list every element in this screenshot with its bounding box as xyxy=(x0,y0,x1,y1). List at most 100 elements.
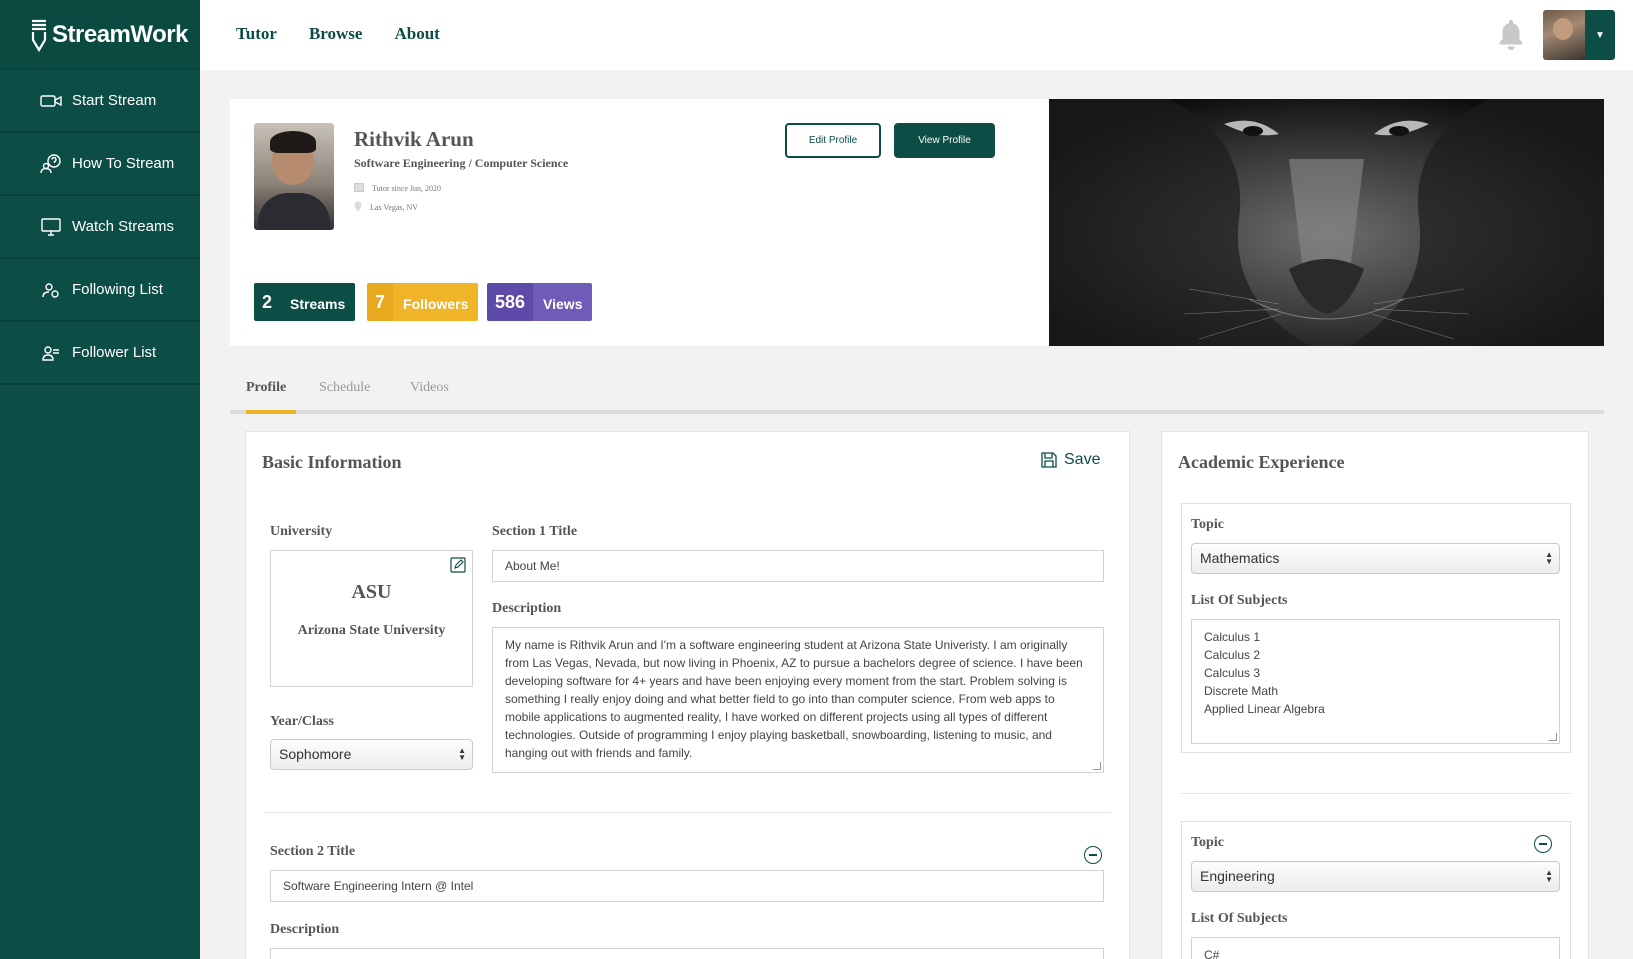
section1-title-input[interactable]: About Me! xyxy=(492,550,1104,582)
profile-location: Las Vegas, NV xyxy=(354,201,418,214)
profile-banner-image xyxy=(1049,99,1604,346)
sidebar-item-start-stream[interactable]: Start Stream xyxy=(0,70,200,133)
sidebar-item-following-list[interactable]: Following List xyxy=(0,259,200,322)
academic-entry: Topic Engineering ▲ ▼ List Of Subjects C# xyxy=(1181,821,1571,959)
location-pin-icon xyxy=(354,201,362,214)
description2-textarea[interactable] xyxy=(270,948,1104,959)
section-divider xyxy=(1181,793,1571,794)
app-logo[interactable]: StreamWork xyxy=(0,0,200,70)
section-divider xyxy=(264,812,1111,813)
university-name: Arizona State University xyxy=(297,623,446,638)
sidebar-item-follower-list[interactable]: Follower List xyxy=(0,322,200,385)
subjects-textarea[interactable]: C# xyxy=(1191,937,1560,959)
tab-profile[interactable]: Profile xyxy=(246,380,286,396)
stat-label: Views xyxy=(533,283,593,321)
stat-count: 2 xyxy=(254,283,281,321)
nav-link-about[interactable]: About xyxy=(394,24,439,44)
remove-topic-icon[interactable] xyxy=(1534,835,1552,853)
help-chat-icon xyxy=(38,153,64,174)
top-navigation-bar: Tutor Browse About ▼ xyxy=(200,0,1633,70)
description-text: My name is Rithvik Arun and I'm a softwa… xyxy=(505,638,1083,760)
stat-followers: 7 Followers xyxy=(367,283,479,321)
subject-item: Applied Linear Algebra xyxy=(1204,702,1325,716)
profile-name: Rithvik Arun xyxy=(354,127,474,151)
stat-count: 586 xyxy=(487,283,534,321)
subject-item: Calculus 1 xyxy=(1204,630,1261,644)
video-camera-icon xyxy=(38,94,64,108)
edit-icon[interactable] xyxy=(450,557,466,578)
view-profile-button[interactable]: View Profile xyxy=(894,123,995,158)
topic-select[interactable]: Mathematics ▲ ▼ xyxy=(1191,543,1560,574)
description2-label: Description xyxy=(270,922,340,937)
avatar xyxy=(1543,10,1585,60)
sidebar-item-label: Watch Streams xyxy=(72,218,174,235)
description-label: Description xyxy=(492,601,562,616)
tab-videos[interactable]: Videos xyxy=(410,380,449,396)
panel-title: Academic Experience xyxy=(1178,452,1345,472)
sidebar-item-how-to-stream[interactable]: How To Stream xyxy=(0,133,200,196)
streamwork-logo-icon xyxy=(31,19,47,52)
select-value: Mathematics xyxy=(1200,550,1280,566)
subjects-label: List Of Subjects xyxy=(1191,911,1288,926)
sidebar: StreamWork Start Stream How To Stream Wa… xyxy=(0,0,200,959)
section2-title-label: Section 2 Title xyxy=(270,844,356,859)
topic-select[interactable]: Engineering ▲ ▼ xyxy=(1191,861,1560,892)
subjects-label: List Of Subjects xyxy=(1191,593,1288,608)
save-icon xyxy=(1041,452,1057,468)
profile-tabs: Profile Schedule Videos xyxy=(230,378,1604,414)
save-label: Save xyxy=(1064,451,1101,468)
year-class-select[interactable]: Sophomore ▲ ▼ xyxy=(270,739,473,770)
sidebar-item-watch-streams[interactable]: Watch Streams xyxy=(0,196,200,259)
subject-item: Calculus 2 xyxy=(1204,648,1261,662)
description-textarea[interactable]: My name is Rithvik Arun and I'm a softwa… xyxy=(492,627,1104,773)
edit-profile-button[interactable]: Edit Profile xyxy=(785,123,881,158)
nav-link-browse[interactable]: Browse xyxy=(309,24,363,44)
tutor-since-text: Tutor since Jun, 2020 xyxy=(372,183,442,193)
remove-section-icon[interactable] xyxy=(1084,846,1102,864)
section2-title-input[interactable]: Software Engineering Intern @ Intel xyxy=(270,870,1104,902)
subject-item: C# xyxy=(1204,948,1220,959)
stat-label: Streams xyxy=(280,283,356,321)
sidebar-item-label: How To Stream xyxy=(72,155,175,172)
location-text: Las Vegas, NV xyxy=(370,203,419,212)
user-menu[interactable]: ▼ xyxy=(1543,10,1615,60)
year-class-label: Year/Class xyxy=(270,714,334,729)
profile-major: Software Engineering / Computer Science xyxy=(354,156,569,170)
subject-item: Discrete Math xyxy=(1204,684,1279,698)
stat-streams: 2 Streams xyxy=(254,283,356,321)
tab-schedule[interactable]: Schedule xyxy=(319,380,370,396)
calendar-icon xyxy=(354,182,364,194)
topic-label: Topic xyxy=(1191,517,1224,532)
resize-handle[interactable] xyxy=(1093,762,1101,770)
section1-title-label: Section 1 Title xyxy=(492,524,578,539)
nav-link-tutor[interactable]: Tutor xyxy=(236,24,277,44)
basic-information-panel: Basic Information Save University ASU Ar… xyxy=(245,431,1130,959)
notification-bell-icon[interactable] xyxy=(1498,18,1524,55)
academic-experience-panel: Academic Experience Topic Mathematics ▲ ▼… xyxy=(1161,431,1589,959)
follower-users-icon xyxy=(38,345,64,361)
monitor-icon xyxy=(38,217,64,236)
sidebar-item-label: Following List xyxy=(72,281,163,298)
following-users-icon xyxy=(38,282,64,298)
profile-header: Rithvik Arun Software Engineering / Comp… xyxy=(230,99,1050,346)
stat-views: 586 Views xyxy=(487,283,593,321)
sidebar-item-label: Start Stream xyxy=(72,92,157,109)
academic-entry: Topic Mathematics ▲ ▼ List Of Subjects Ca… xyxy=(1181,503,1571,753)
subject-item: Calculus 3 xyxy=(1204,666,1261,680)
sidebar-item-label: Follower List xyxy=(72,344,157,361)
university-abbreviation: ASU xyxy=(351,581,392,603)
panel-title: Basic Information xyxy=(262,452,402,472)
subjects-textarea[interactable]: Calculus 1 Calculus 2 Calculus 3 Discret… xyxy=(1191,619,1560,744)
select-arrows-icon: ▲ ▼ xyxy=(1545,868,1553,884)
top-nav-links: Tutor Browse About xyxy=(236,24,440,44)
tutor-since: Tutor since Jun, 2020 xyxy=(354,182,441,194)
resize-handle[interactable] xyxy=(1549,733,1557,741)
chevron-down-icon[interactable]: ▼ xyxy=(1585,10,1615,60)
profile-photo xyxy=(254,123,334,230)
select-arrows-icon: ▲ ▼ xyxy=(1545,550,1553,566)
select-value: Engineering xyxy=(1200,868,1275,884)
topic-label: Topic xyxy=(1191,835,1224,850)
save-button[interactable]: Save xyxy=(1040,451,1100,469)
select-value: Sophomore xyxy=(279,746,352,762)
active-tab-indicator xyxy=(246,410,296,414)
